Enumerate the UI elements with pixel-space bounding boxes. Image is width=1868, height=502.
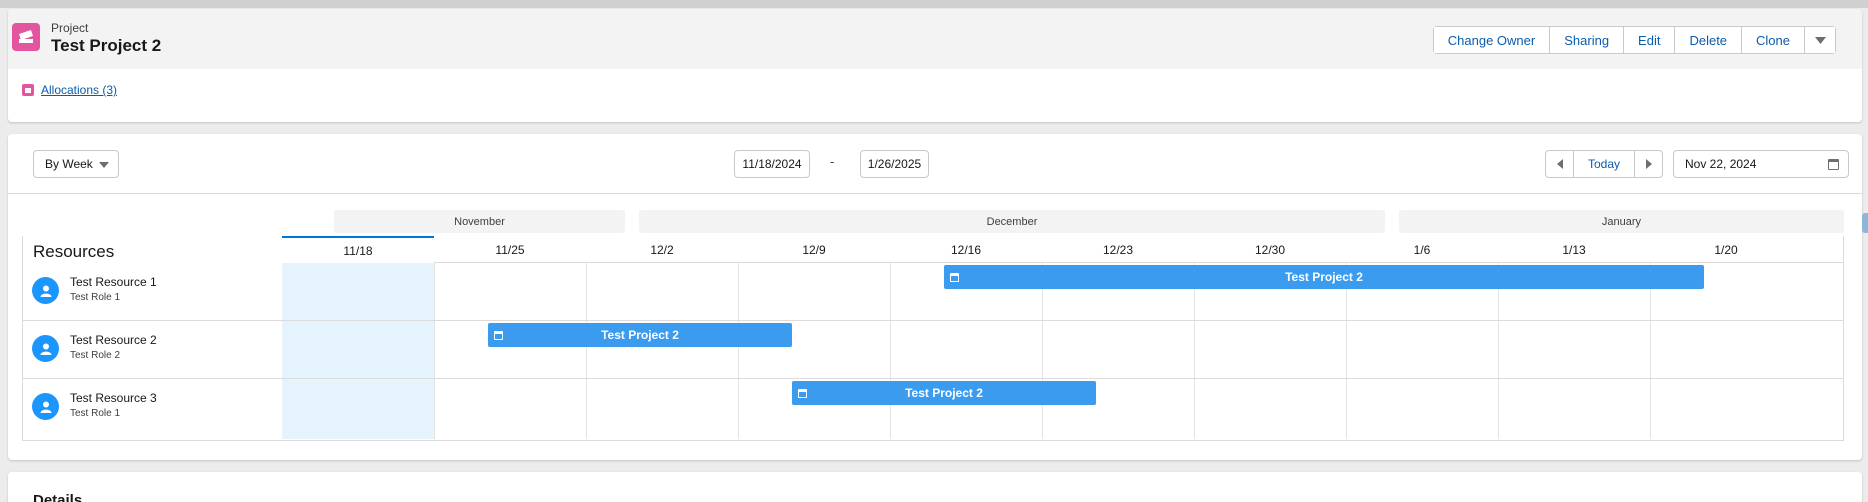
allocation-label: Test Project 2: [601, 328, 679, 342]
week-column-header: 12/9: [802, 242, 826, 257]
resource-role: Test Role 1: [70, 292, 121, 303]
sharing-button[interactable]: Sharing: [1550, 27, 1625, 53]
today-button[interactable]: Today: [1574, 151, 1634, 177]
month-november: November: [334, 210, 625, 233]
delete-button[interactable]: Delete: [1675, 27, 1743, 53]
week-column-header: 12/16: [950, 242, 982, 257]
record-header: Project Test Project 2 Change Owner Shar…: [8, 9, 1862, 122]
resource-timeline: By Week 11/18/2024 - 1/26/2025 Today Nov…: [8, 134, 1862, 460]
view-select-value: By Week: [45, 157, 93, 171]
week-column-header: 1/20: [1714, 242, 1738, 257]
allocation-bar[interactable]: Test Project 2: [944, 265, 1704, 289]
details-card: Details: [8, 472, 1862, 502]
week-column-header: 11/18: [282, 236, 434, 263]
resource-name[interactable]: Test Resource 2: [70, 333, 157, 347]
allocation-label: Test Project 2: [1285, 270, 1363, 284]
resource-row: Test Resource 2 Test Role 2: [23, 321, 1843, 379]
current-date-value: Nov 22, 2024: [1685, 157, 1757, 171]
calendar-icon[interactable]: [1828, 159, 1839, 170]
week-column-header: 1/6: [1413, 242, 1431, 257]
view-select[interactable]: By Week: [33, 150, 119, 178]
current-date-picker[interactable]: Nov 22, 2024: [1673, 150, 1849, 178]
allocation-bar[interactable]: Test Project 2: [488, 323, 792, 347]
month-header: November December January: [8, 210, 1862, 234]
period-navigation: Today: [1545, 150, 1663, 178]
previous-period-button[interactable]: [1546, 151, 1574, 177]
allocation-label: Test Project 2: [905, 386, 983, 400]
object-type-label: Project: [51, 21, 89, 35]
calendar-icon: [494, 331, 503, 340]
clone-button[interactable]: Clone: [1742, 27, 1805, 53]
week-column-header: 12/23: [1102, 242, 1134, 257]
user-avatar-icon: [32, 393, 59, 420]
resource-name[interactable]: Test Resource 3: [70, 391, 157, 405]
resource-role: Test Role 1: [70, 408, 121, 419]
calendar-icon: [950, 273, 959, 282]
resource-role: Test Role 2: [70, 350, 121, 361]
month-december: December: [639, 210, 1385, 233]
timeline-grid: 11/18 11/25 12/2 12/9 12/16 12/23 12/30 …: [22, 236, 1844, 441]
month-january: January: [1399, 210, 1844, 233]
project-icon: [12, 23, 40, 51]
calendar-icon: [798, 389, 807, 398]
details-heading: Details: [33, 492, 83, 502]
week-column-header: 11/25: [495, 242, 525, 257]
side-scroll-handle[interactable]: [1862, 213, 1868, 233]
user-avatar-icon: [32, 277, 59, 304]
allocation-icon: [22, 84, 34, 96]
user-avatar-icon: [32, 335, 59, 362]
chevron-right-icon: [1645, 159, 1652, 169]
browser-top-strip: [0, 0, 1868, 8]
record-actions: Change Owner Sharing Edit Delete Clone: [1432, 26, 1836, 54]
end-date-input[interactable]: 1/26/2025: [860, 150, 929, 178]
next-period-button[interactable]: [1634, 151, 1662, 177]
record-header-bar: Project Test Project 2 Change Owner Shar…: [8, 9, 1862, 69]
allocations-related-link[interactable]: Allocations (3): [22, 83, 117, 97]
chevron-down-icon: [99, 162, 109, 168]
edit-button[interactable]: Edit: [1624, 27, 1676, 53]
start-date-input[interactable]: 11/18/2024: [734, 150, 810, 178]
timeline-toolbar: By Week 11/18/2024 - 1/26/2025 Today Nov…: [8, 134, 1862, 194]
record-title: Test Project 2: [51, 36, 162, 55]
week-column-header: 12/2: [650, 242, 674, 257]
resource-name[interactable]: Test Resource 1: [70, 275, 157, 289]
week-column-header: 12/30: [1254, 242, 1286, 257]
week-header: 11/18 11/25 12/2 12/9 12/16 12/23 12/30 …: [282, 236, 1843, 263]
chevron-left-icon: [1556, 159, 1563, 169]
week-column-header: 1/13: [1562, 242, 1586, 257]
allocation-bar[interactable]: Test Project 2: [792, 381, 1096, 405]
date-range-separator: -: [830, 154, 835, 169]
chevron-down-icon: [1814, 36, 1826, 44]
more-actions-button[interactable]: [1805, 27, 1835, 53]
change-owner-button[interactable]: Change Owner: [1433, 27, 1551, 53]
allocations-link-label[interactable]: Allocations (3): [41, 83, 117, 97]
